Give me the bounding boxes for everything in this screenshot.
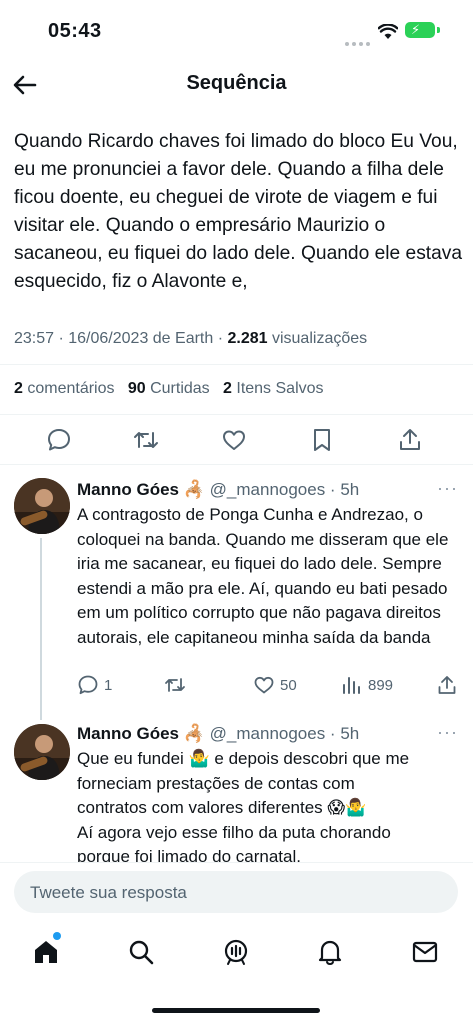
page-title: Sequência xyxy=(186,72,287,94)
search-icon[interactable] xyxy=(127,938,155,966)
divider xyxy=(0,364,473,365)
reply-text: Que eu fundei 🤷‍♂️ e depois descobri que… xyxy=(77,747,462,870)
reply-line: Que eu fundei 🤷‍♂️ e depois descobri que… xyxy=(77,749,410,768)
home-icon[interactable] xyxy=(32,938,60,966)
reply-header: Manno Góes 🦂 @_mannogoes · 5h xyxy=(77,480,359,500)
reply-line: Aí agora vejo esse filho da puta chorand… xyxy=(77,822,391,842)
reply-line: contratos com valores diferentes 😱🤷‍♂️ xyxy=(77,798,367,817)
thread-line xyxy=(40,538,42,720)
home-indicator xyxy=(152,1008,320,1013)
views-label: visualizações xyxy=(267,330,368,347)
post-meta: 23:57 · 16/06/2023 de Earth · 2.281 visu… xyxy=(14,330,367,348)
post-stats: 2 comentários 90 Curtidas 2 Itens Salvos xyxy=(14,380,324,398)
saves-count: 2 xyxy=(223,380,232,397)
avatar-photo xyxy=(14,478,70,534)
signal-icon xyxy=(345,33,373,51)
divider xyxy=(0,464,473,465)
mail-icon[interactable] xyxy=(411,938,439,966)
share-icon[interactable] xyxy=(436,674,458,696)
more-options-icon[interactable]: ··· xyxy=(437,722,458,743)
reply-count: 1 xyxy=(104,677,113,694)
reply-header: Manno Góes 🦂 @_mannogoes · 5h xyxy=(77,724,359,744)
saves-stat[interactable]: 2 Itens Salvos xyxy=(223,380,324,397)
heart-icon[interactable] xyxy=(253,674,275,696)
notification-dot xyxy=(53,932,61,940)
avatar[interactable] xyxy=(14,478,70,534)
saves-label: Itens Salvos xyxy=(231,380,324,397)
divider xyxy=(0,414,473,415)
scorpion-emoji: 🦂 xyxy=(183,480,205,499)
more-options-icon[interactable]: ··· xyxy=(437,478,458,499)
bell-icon[interactable] xyxy=(316,938,344,966)
reply-placeholder: Tweete sua resposta xyxy=(30,883,187,902)
author-handle[interactable]: @_mannogoes · 5h xyxy=(210,480,360,499)
reply-text: A contragosto de Ponga Cunha e Andrezao,… xyxy=(77,505,449,647)
comments-label: comentários xyxy=(22,380,115,397)
comment-icon[interactable] xyxy=(77,674,99,696)
battery-cap xyxy=(437,27,440,33)
spaces-icon[interactable] xyxy=(222,938,250,966)
comments-stat[interactable]: 2 comentários xyxy=(14,380,115,397)
bar-chart-icon[interactable] xyxy=(340,674,362,696)
likes-label: Curtidas xyxy=(145,380,210,397)
comment-icon[interactable] xyxy=(46,427,72,453)
post-timestamp: 23:57 · 16/06/2023 de Earth · xyxy=(14,330,228,347)
retweet-icon[interactable] xyxy=(164,674,186,696)
comments-count: 2 xyxy=(14,380,23,397)
avatar-photo xyxy=(14,724,70,780)
likes-stat[interactable]: 90 Curtidas xyxy=(128,380,210,397)
view-count: 899 xyxy=(368,677,394,694)
author-name[interactable]: Manno Góes xyxy=(77,480,179,499)
heart-icon[interactable] xyxy=(221,427,247,453)
post-text: Quando Ricardo chaves foi limado do bloc… xyxy=(14,131,463,292)
author-name[interactable]: Manno Góes xyxy=(77,724,179,743)
charging-icon: ⚡ xyxy=(411,22,421,37)
status-time: 05:43 xyxy=(48,20,102,42)
reply-line: forneciam prestações de contas com xyxy=(77,773,355,793)
like-count: 50 xyxy=(280,677,297,694)
retweet-icon[interactable] xyxy=(133,427,159,453)
scorpion-emoji: 🦂 xyxy=(183,724,205,743)
bookmark-icon[interactable] xyxy=(309,427,335,453)
author-handle[interactable]: @_mannogoes · 5h xyxy=(210,724,360,743)
views-count: 2.281 xyxy=(227,330,268,347)
likes-count: 90 xyxy=(127,380,146,397)
share-icon[interactable] xyxy=(397,427,423,453)
avatar[interactable] xyxy=(14,724,70,780)
wifi-icon xyxy=(378,24,398,39)
